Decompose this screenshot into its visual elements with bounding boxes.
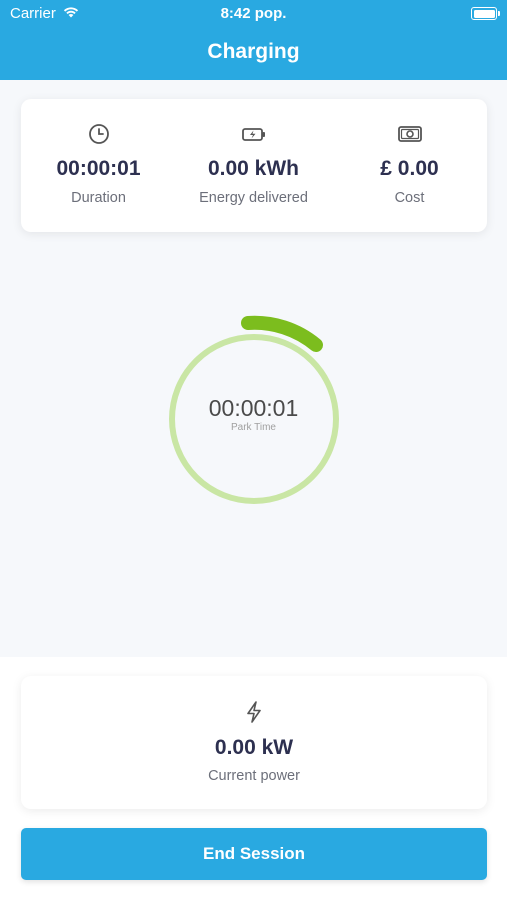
battery-icon [471,7,500,20]
park-time-value: 00:00:01 [208,395,299,421]
end-session-button[interactable]: End Session [21,828,487,880]
current-power-card: 0.00 kW Current power [21,676,487,809]
duration-stat: 00:00:01 Duration [21,99,176,232]
status-time: 8:42 pop. [220,5,287,22]
clock-icon [88,124,109,144]
current-power-value: 0.00 kW [214,736,294,759]
current-power-label: Current power [208,768,300,784]
energy-label: Energy delivered [199,190,308,206]
lightning-icon [247,701,261,723]
duration-label: Duration [71,190,126,206]
banknote-icon [397,126,422,142]
battery-charging-icon [241,128,265,141]
cost-label: Cost [394,190,425,206]
page-title: Charging [207,40,300,63]
cost-value: £ 0.00 [380,157,439,180]
park-time-gauge: 00:00:01 Park Time [0,240,507,655]
energy-stat: 0.00 kWh Energy delivered [176,99,331,232]
energy-value: 0.00 kWh [207,157,300,180]
app-header: Carrier 8:42 pop. Charging [0,0,507,80]
cost-stat: £ 0.00 Cost [332,99,487,232]
status-bar: Carrier 8:42 pop. [0,0,507,28]
park-time-label: Park Time [230,422,276,433]
duration-value: 00:00:01 [56,157,141,180]
session-stats-card: 00:00:01 Duration 0.00 kWh Energy delive… [21,99,487,232]
